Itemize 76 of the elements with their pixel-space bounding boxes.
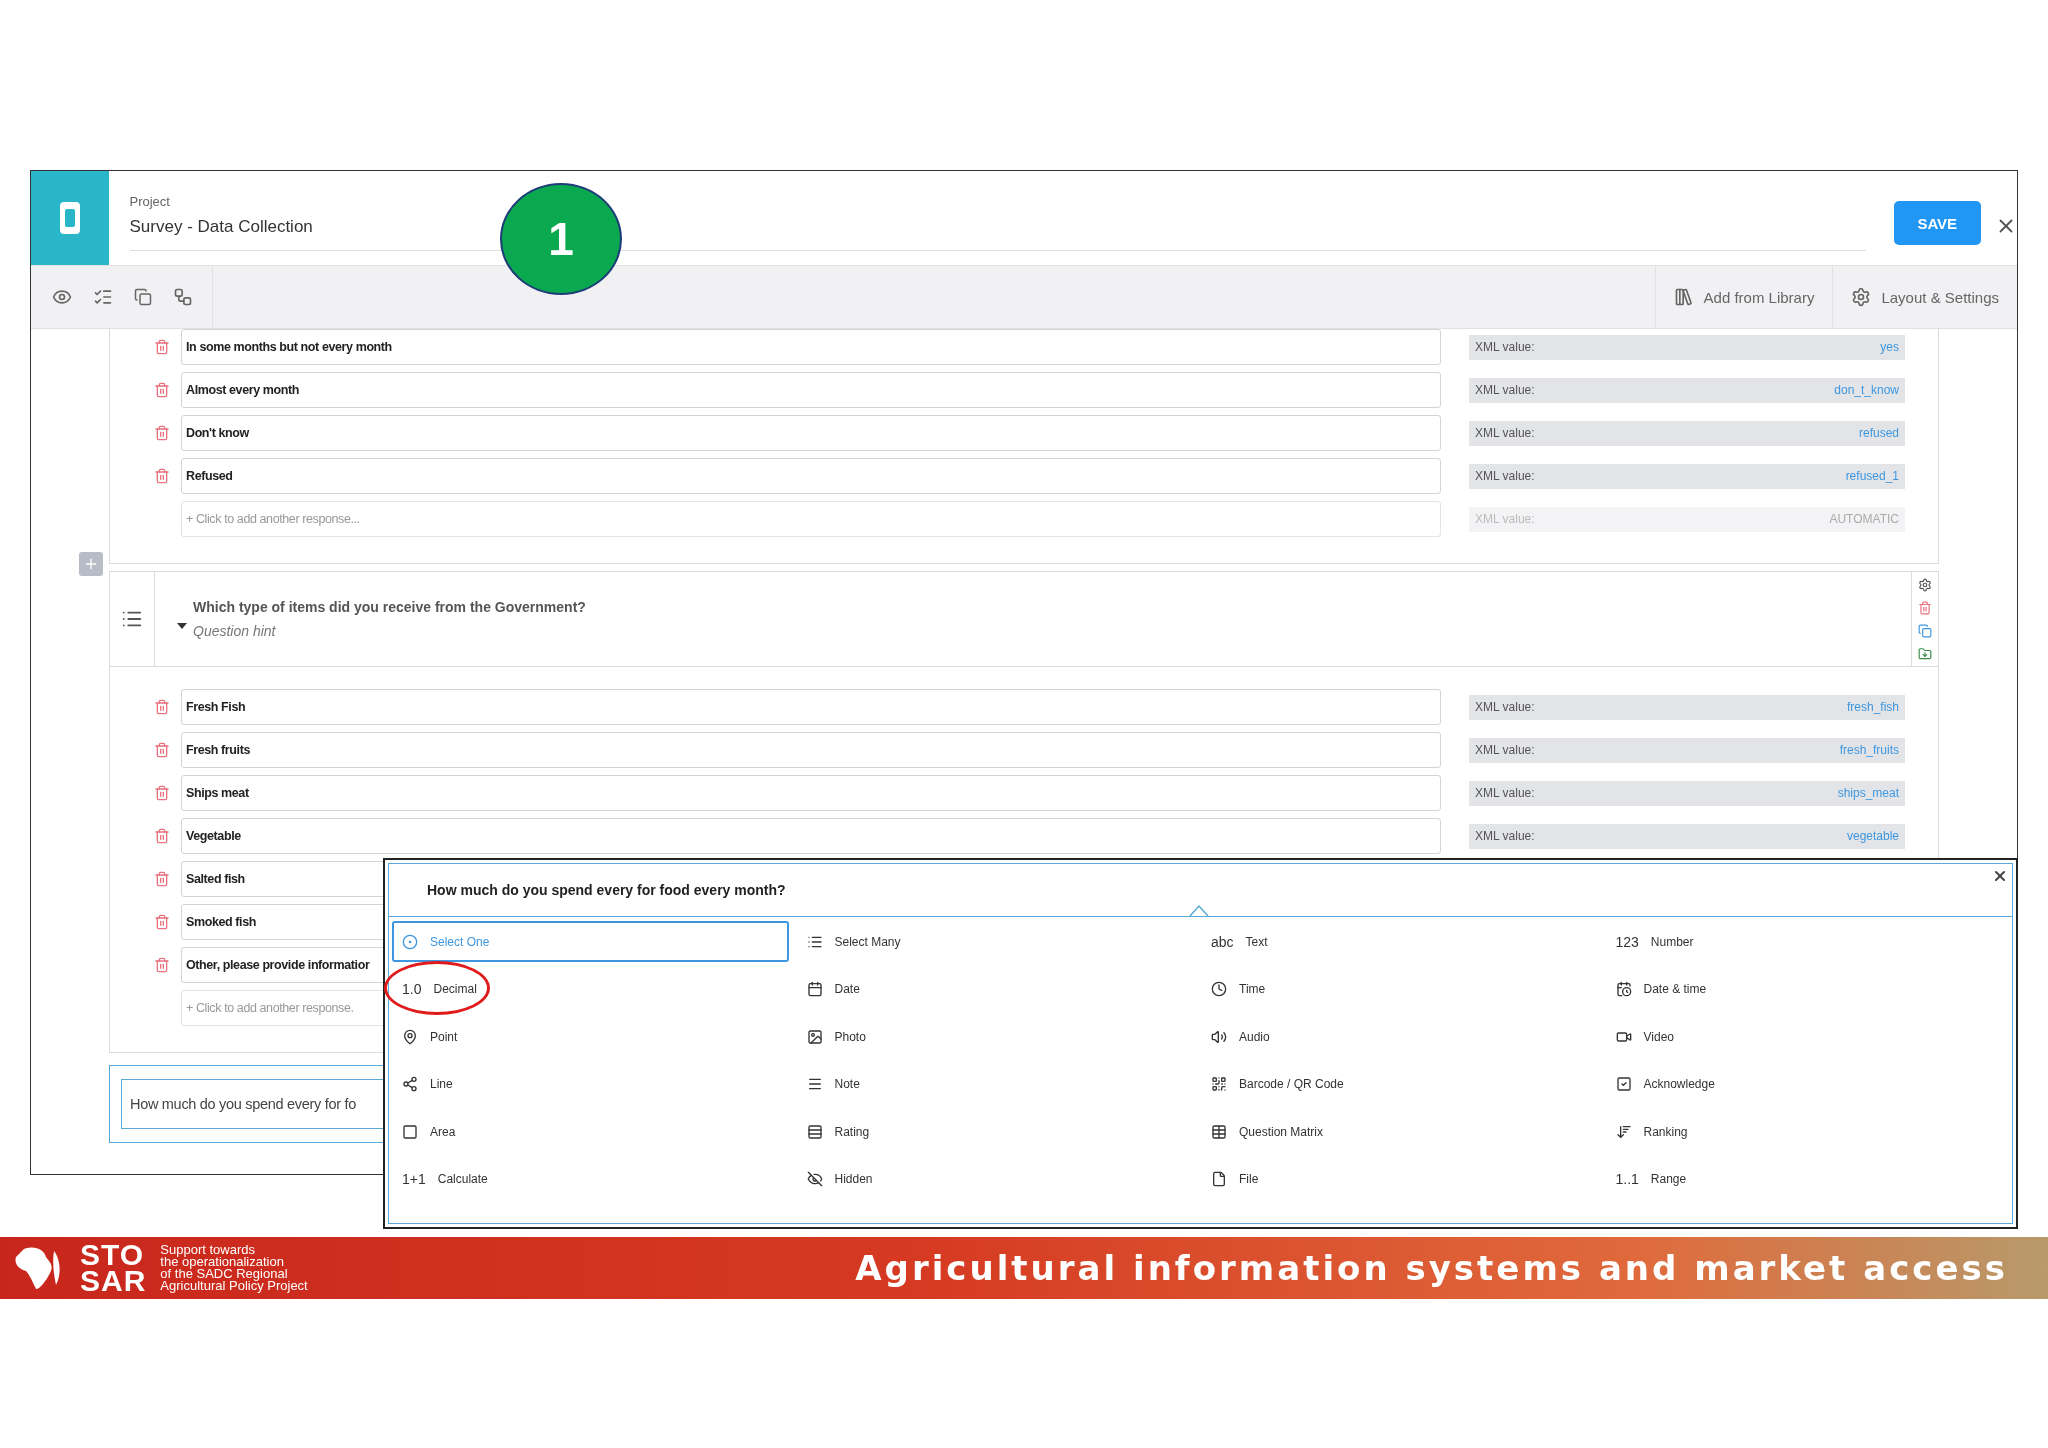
- xml-label: XML value:: [1475, 829, 1535, 843]
- caret-icon[interactable]: [177, 622, 187, 630]
- copy-icon[interactable]: [1918, 624, 1932, 638]
- calendar-clock-icon: [1615, 981, 1632, 997]
- logo-text: STO: [80, 1242, 146, 1268]
- library-icon: [1673, 287, 1694, 307]
- xml-label: XML value:: [1475, 700, 1535, 714]
- map-pin-icon: [402, 1028, 418, 1045]
- question-title: Which type of items did you receive from the Government?: [193, 599, 586, 615]
- xml-label: XML value:: [1475, 340, 1535, 354]
- checkbox-icon: [1615, 1076, 1632, 1092]
- rows-icon: [806, 1123, 823, 1140]
- pointer-caret-icon: [1189, 904, 1209, 916]
- xml-label: XML value:: [1475, 383, 1535, 397]
- speaker-icon: [1211, 1028, 1227, 1045]
- tagline-text: Support towards: [160, 1244, 256, 1256]
- choice-field[interactable]: Don't know: [181, 415, 1441, 451]
- choice-field[interactable]: Fresh fruits: [181, 732, 1441, 768]
- tagline-text: Agricultural Policy Project: [160, 1280, 308, 1292]
- delete-icon[interactable]: [1918, 601, 1932, 615]
- xml-value: fresh_fruits: [1839, 743, 1899, 757]
- tagline-text: the operationalization: [160, 1256, 285, 1268]
- logo-text: SAR: [80, 1268, 147, 1294]
- clock-icon: [1211, 981, 1227, 997]
- choice-field[interactable]: Vegetable: [181, 818, 1441, 854]
- xml-label: XML value:: [1475, 426, 1535, 440]
- layout-settings-button[interactable]: Layout & Settings: [1832, 266, 2017, 328]
- copy-icon[interactable]: [134, 288, 152, 306]
- calendar-icon: [806, 981, 823, 997]
- xml-value: vegetable: [1846, 829, 1899, 843]
- choice-field[interactable]: In some months but not every month: [181, 329, 1441, 365]
- settings-icon[interactable]: [1918, 578, 1932, 592]
- share-icon: [402, 1076, 418, 1092]
- eye-off-icon: [806, 1171, 823, 1187]
- xml-value: yes: [1880, 340, 1899, 354]
- type-glyph: 1.0: [402, 981, 422, 997]
- choice-field[interactable]: Refused: [181, 458, 1441, 494]
- choice-field[interactable]: Almost every month: [181, 372, 1441, 408]
- qr-code-icon: [1211, 1076, 1227, 1092]
- workflow-icon[interactable]: [173, 287, 193, 307]
- radio-icon: [402, 933, 418, 950]
- lines-icon: [806, 1076, 823, 1092]
- xml-value: ships_meat: [1837, 786, 1899, 800]
- xml-value: fresh_fish: [1846, 700, 1899, 714]
- sort-icon: [1615, 1123, 1632, 1140]
- choice-field[interactable]: Fresh Fish: [181, 689, 1441, 725]
- eye-icon[interactable]: [52, 287, 72, 307]
- image-icon: [806, 1028, 823, 1045]
- type-glyph: 1+1: [402, 1171, 426, 1187]
- field-label: Project: [129, 194, 171, 209]
- type-glyph: abc: [1211, 933, 1234, 950]
- xml-label: XML value:: [1475, 512, 1535, 526]
- tagline-text: of the SADC Regional: [160, 1268, 289, 1280]
- banner-title: Agricultural information systems and market access: [855, 1248, 2008, 1288]
- xml-value: don_t_know: [1834, 383, 1899, 397]
- close-icon[interactable]: [1992, 868, 2008, 884]
- xml-label: XML value:: [1475, 743, 1535, 757]
- choice-field[interactable]: Ships meat: [181, 775, 1441, 811]
- xml-value: refused: [1858, 426, 1899, 440]
- add-question-button[interactable]: [79, 552, 103, 576]
- xml-value: refused_1: [1845, 469, 1899, 483]
- file-icon: [1211, 1171, 1227, 1187]
- popup-question-title: How much do you spend every for food every month?: [389, 864, 2012, 917]
- table-icon: [1211, 1123, 1227, 1140]
- add-from-library-button[interactable]: Add from Library: [1654, 266, 1833, 328]
- folder-icon[interactable]: [1918, 647, 1932, 661]
- square-icon: [402, 1123, 418, 1140]
- checklist-icon[interactable]: [93, 287, 113, 307]
- plus-icon: [83, 556, 99, 572]
- xml-value: AUTOMATIC: [1829, 512, 1899, 526]
- xml-label: XML value:: [1475, 469, 1535, 483]
- type-glyph: 1..1: [1615, 1171, 1639, 1187]
- settings-icon: [1851, 287, 1872, 307]
- type-glyph: 123: [1615, 933, 1639, 950]
- xml-label: XML value:: [1475, 786, 1535, 800]
- question-hint: Question hint: [193, 623, 277, 639]
